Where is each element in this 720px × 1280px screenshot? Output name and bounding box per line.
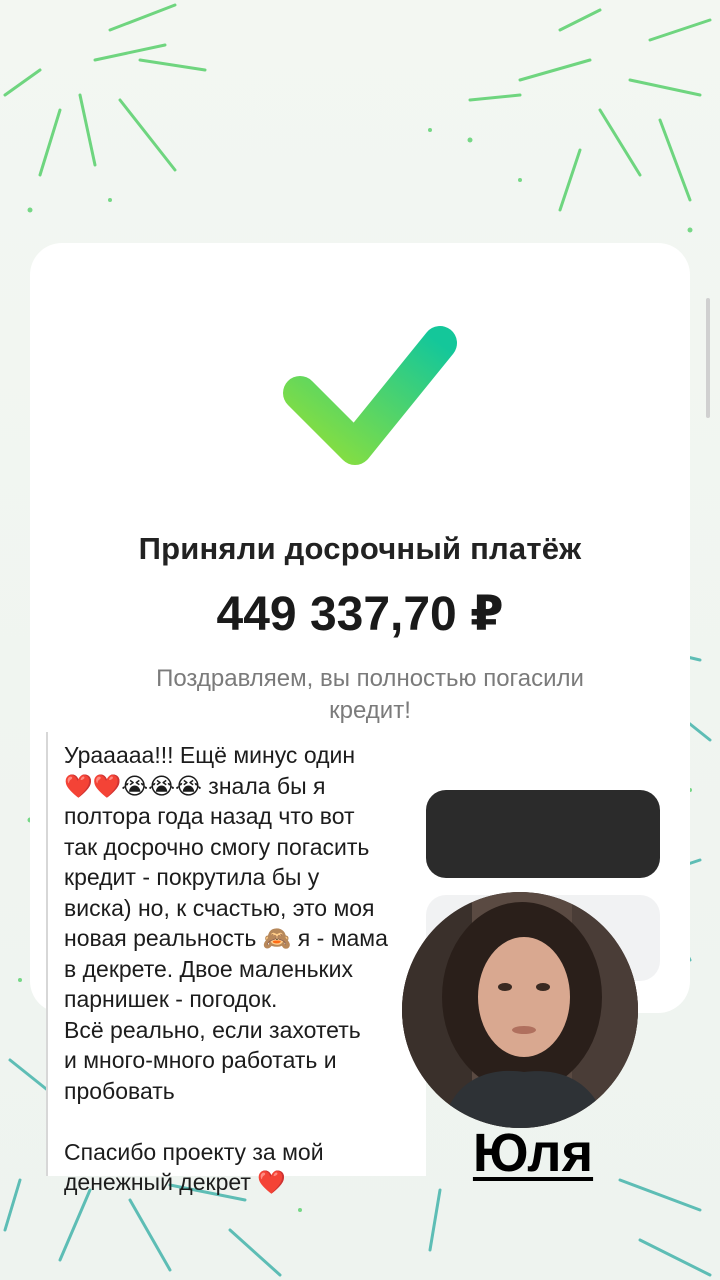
testimonial-text: Урааааа!!! Ещё минус один ❤️❤️😭😭😭 знала … [46, 732, 426, 1195]
scrollbar[interactable] [706, 298, 710, 418]
card-subtitle: Поздравляем, вы полностью погасили креди… [156, 665, 584, 724]
payment-amount: 449 337,70 ₽ [216, 588, 504, 641]
checkmark-icon [283, 326, 457, 465]
primary-action-button[interactable] [426, 790, 660, 878]
avatar [402, 892, 638, 1128]
card-title: Приняли досрочный платёж [138, 531, 582, 566]
author-name: Юля [472, 1123, 594, 1183]
avatar-photo [402, 892, 638, 1128]
